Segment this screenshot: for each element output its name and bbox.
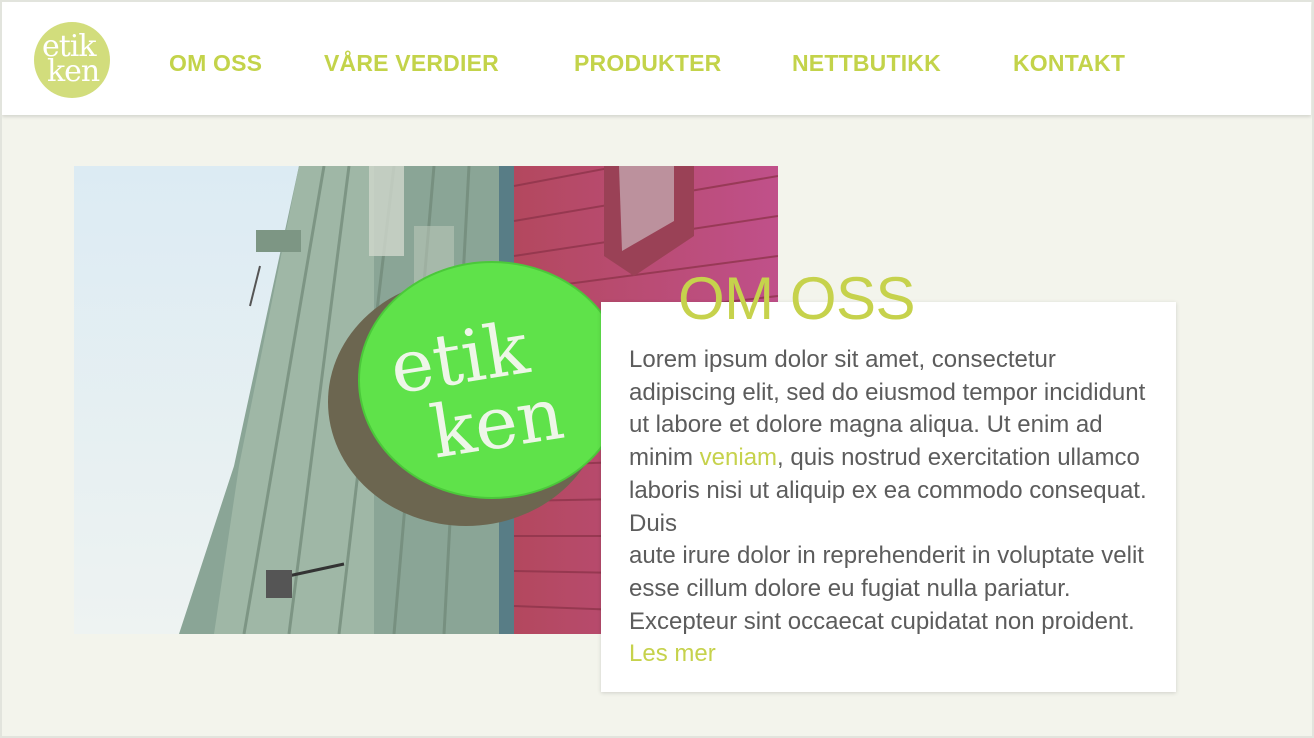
about-text-part3: aute irure dolor in reprehenderit in vol…: [629, 542, 1144, 635]
etikken-logo[interactable]: etik ken: [34, 22, 110, 98]
about-card: Lorem ipsum dolor sit amet, consectetur …: [601, 302, 1176, 692]
nav-kontakt[interactable]: KONTAKT: [1013, 50, 1125, 76]
nav-vare-verdier[interactable]: VÅRE VERDIER: [324, 50, 499, 76]
about-paragraph-2: aute irure dolor in reprehenderit in vol…: [629, 540, 1169, 671]
highlighted-word: veniam: [699, 444, 778, 472]
site-header: etik ken OM OSS VÅRE VERDIER PRODUKTER N…: [2, 2, 1311, 115]
nav-om-oss[interactable]: OM OSS: [169, 50, 262, 76]
about-paragraph-1: Lorem ipsum dolor sit amet, consectetur …: [629, 344, 1169, 540]
nav-produkter[interactable]: PRODUKTER: [574, 50, 721, 76]
about-title: OM OSS: [678, 265, 916, 332]
nav-nettbutikk[interactable]: NETTBUTIKK: [792, 50, 941, 76]
read-more-link[interactable]: Les mer: [629, 640, 716, 667]
logo-text-line2: ken: [47, 54, 100, 89]
about-text: Lorem ipsum dolor sit amet, consectetur …: [629, 344, 1169, 671]
